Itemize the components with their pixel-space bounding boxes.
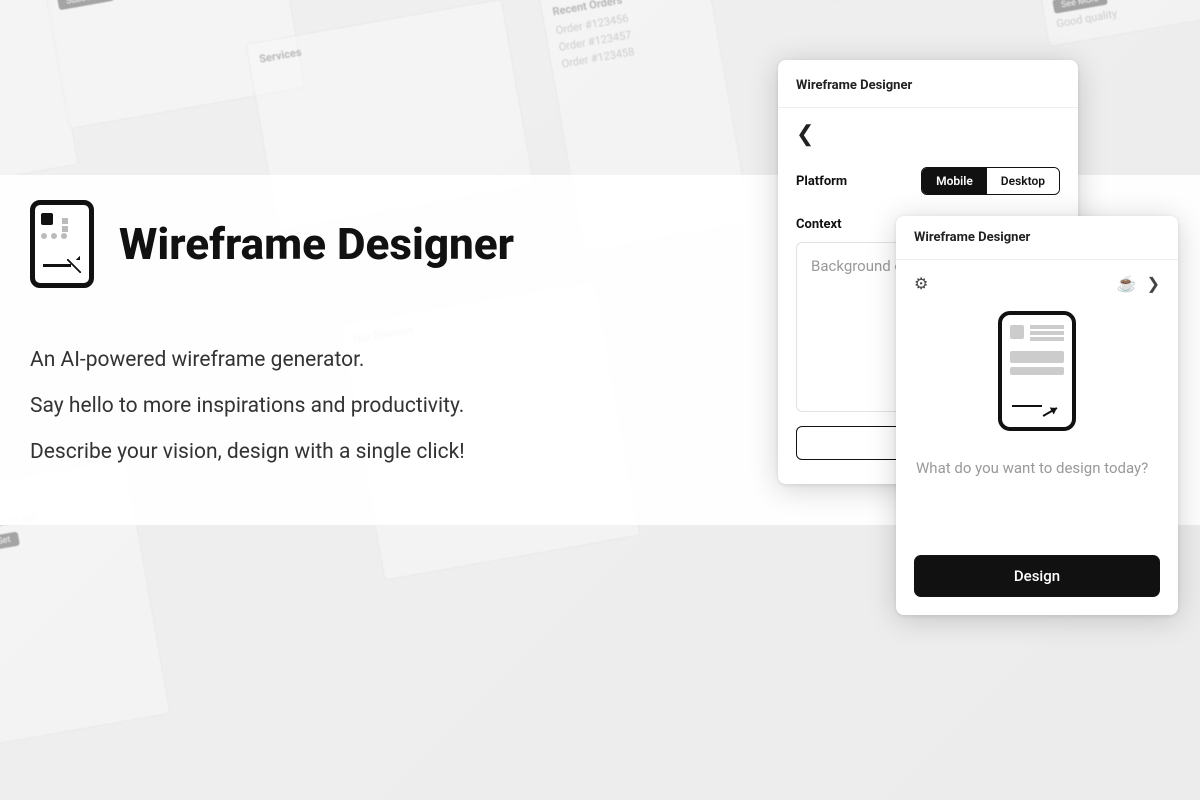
panel-title: Wireframe Designer [914,230,1160,245]
back-icon[interactable]: ❮ [796,122,814,147]
design-button[interactable]: Design [914,555,1160,597]
panel-title: Wireframe Designer [796,78,1060,93]
phone-preview-icon [998,311,1076,431]
platform-label: Platform [796,174,847,189]
platform-option-desktop[interactable]: Desktop [987,168,1059,194]
app-logo-icon [30,200,94,288]
platform-segmented-control: Mobile Desktop [921,167,1060,195]
hero-title: Wireframe Designer [119,218,514,270]
gear-icon[interactable]: ⚙ [914,274,928,293]
prompt-textarea[interactable]: What do you want to design today? [914,455,1160,555]
platform-option-mobile[interactable]: Mobile [922,168,987,194]
chevron-right-icon[interactable]: ❯ [1147,274,1160,293]
prompt-panel: Wireframe Designer ⚙ ☕ ❯ What do you wan… [896,216,1178,615]
coffee-icon[interactable]: ☕ [1117,274,1137,293]
bg-text: Edit Data Set [0,532,20,557]
